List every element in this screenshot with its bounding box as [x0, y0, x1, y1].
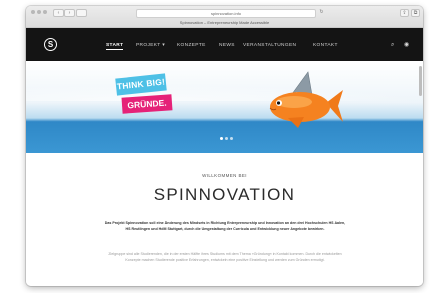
- site-navbar: S START PROJEKT ▾ KONZEPTE NEWS VERANSTA…: [26, 28, 423, 61]
- nav-kontakt[interactable]: KONTAKT: [313, 43, 338, 49]
- page-title: SPINNOVATION: [153, 185, 296, 204]
- goldfish-with-shark-fin-image: [252, 70, 344, 132]
- nav-projekt[interactable]: PROJEKT ▾: [136, 43, 165, 49]
- intro-paragraph: Das Projekt Spinnovation soll eine Änder…: [104, 221, 346, 231]
- user-icon[interactable]: ◉: [404, 42, 409, 49]
- sidebar-button[interactable]: [76, 9, 87, 17]
- browser-window: ‹ › spinnovation.info ↻ ⇪ ⧉ Spinnovation…: [26, 6, 423, 286]
- tabs-overview-button[interactable]: ⧉: [411, 9, 420, 17]
- goldfish-illustration: [269, 71, 343, 128]
- reload-icon[interactable]: ↻: [318, 9, 325, 15]
- minimize-window-dot[interactable]: [37, 10, 41, 14]
- search-icon[interactable]: ⌕: [391, 42, 394, 49]
- spinnovation-logo[interactable]: S: [44, 38, 57, 51]
- address-bar[interactable]: spinnovation.info: [136, 9, 316, 18]
- welcome-label: WILLKOMMEN BEI: [202, 173, 247, 178]
- zoom-window-dot[interactable]: [43, 10, 47, 14]
- slider-dot-3[interactable]: [230, 137, 233, 140]
- nav-news[interactable]: NEWS: [219, 43, 235, 49]
- shark-fin-icon: [291, 71, 313, 96]
- slider-dot-1[interactable]: [220, 137, 223, 140]
- hero-slider: THINK BIG! GRÜNDE.: [26, 61, 423, 153]
- main-content: WILLKOMMEN BEI SPINNOVATION Das Projekt …: [26, 153, 423, 286]
- gruende-sign: GRÜNDE.: [121, 94, 173, 114]
- nav-konzepte[interactable]: KONZEPTE: [177, 43, 206, 49]
- browser-tab[interactable]: Spinnovation – Entrepreneurship Made Acc…: [26, 19, 423, 27]
- close-window-dot[interactable]: [31, 10, 35, 14]
- nav-veranstaltungen[interactable]: VERANSTALTUNGEN: [243, 43, 296, 49]
- back-button[interactable]: ‹: [53, 9, 64, 17]
- nav-start[interactable]: START: [106, 43, 124, 50]
- browser-toolbar: ‹ › spinnovation.info ↻ ⇪ ⧉ Spinnovation…: [26, 6, 423, 28]
- forward-button[interactable]: ›: [64, 9, 75, 17]
- chevron-down-icon: ▾: [162, 43, 165, 48]
- fish-pupil: [276, 101, 281, 105]
- page-scrollbar[interactable]: [419, 66, 422, 96]
- target-group-paragraph: Zielgruppe sind alle Studierenden, die i…: [108, 252, 342, 262]
- nav-projekt-label: PROJEKT: [136, 43, 161, 48]
- water-splash: [26, 85, 423, 101]
- fish-belly-fin: [288, 117, 304, 128]
- slider-dot-2[interactable]: [225, 137, 228, 140]
- share-button[interactable]: ⇪: [400, 9, 409, 17]
